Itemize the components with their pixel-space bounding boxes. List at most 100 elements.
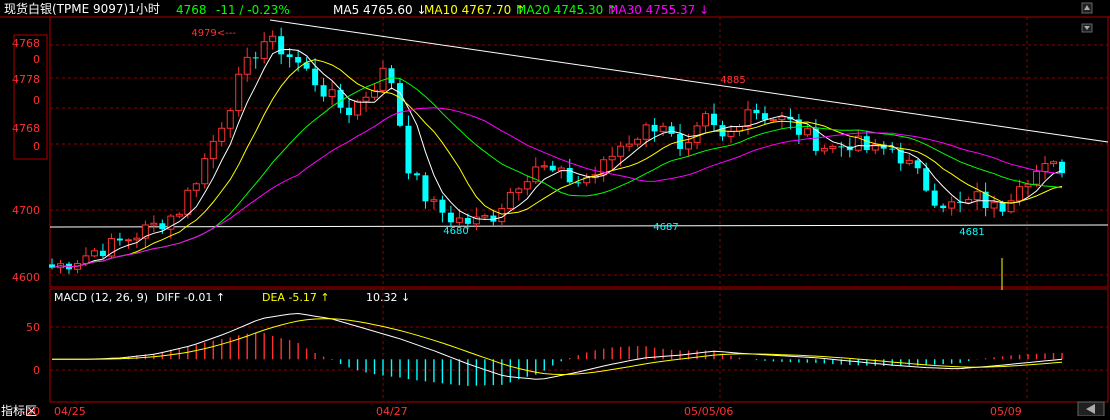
candle-down bbox=[999, 202, 1006, 212]
ma30-line bbox=[51, 107, 1063, 269]
candle-up bbox=[269, 35, 277, 43]
candle-up bbox=[362, 96, 370, 102]
candle-down bbox=[753, 109, 760, 114]
date-label-4: 05/09 bbox=[990, 405, 1022, 416]
candle-down bbox=[159, 223, 166, 230]
candle-down bbox=[761, 113, 768, 120]
candle-up bbox=[990, 201, 998, 209]
price-axis-label-4: 0 bbox=[33, 94, 40, 107]
candle-up bbox=[515, 188, 523, 193]
price-change: -11 / -0.23% bbox=[216, 3, 290, 17]
chart-stage: 4979<--- 4885 4680 4687 4681 4768 0 4778 0 4… bbox=[0, 0, 1110, 418]
candle-down bbox=[940, 205, 947, 209]
candle-up bbox=[1050, 161, 1058, 165]
price-axis-label-3: 4778 bbox=[12, 73, 40, 86]
candle-up bbox=[557, 167, 565, 171]
grid bbox=[50, 17, 1108, 402]
last-price: 4768 bbox=[176, 3, 207, 17]
axis-label-box bbox=[13, 34, 48, 160]
candle-up bbox=[328, 89, 336, 98]
macd-diff: DIFF -0.01 ↑ bbox=[156, 291, 225, 304]
candle-up bbox=[184, 189, 192, 215]
candle-down bbox=[278, 36, 285, 55]
candle-down bbox=[668, 126, 675, 134]
trendline-upper bbox=[269, 19, 1109, 143]
price-panel-frame bbox=[49, 16, 1109, 288]
candlestick-chart: 4979<--- 4885 4680 4687 4681 4768 0 4778 0 4… bbox=[0, 1, 1110, 418]
candle-down bbox=[99, 250, 106, 257]
macd-header: MACD (12, 26, 9) DIFF -0.01 ↑ DEA -5.17 … bbox=[54, 291, 410, 304]
date-axis: 04/25 04/27 05/05/06 05/09 bbox=[54, 405, 1022, 418]
indicator-tab[interactable]: 指标区 bbox=[1, 403, 37, 418]
date-label-2: 04/27 bbox=[376, 405, 408, 416]
header-bar: 现货白银(TPME 9097)1小时 4768 -11 / -0.23% MA5… bbox=[4, 1, 709, 17]
candle-up bbox=[1016, 186, 1024, 202]
candle-down bbox=[388, 68, 395, 84]
candle-down bbox=[711, 113, 718, 126]
price-axis-label-7: 4700 bbox=[12, 204, 40, 217]
candle-up bbox=[235, 73, 243, 112]
annotation-label: 4979<--- bbox=[191, 28, 236, 39]
ma20-label: MA20 4745.30 ↑ bbox=[516, 3, 617, 17]
macd-diff-line bbox=[52, 312, 1063, 380]
candle-down bbox=[286, 54, 293, 58]
candle-up bbox=[803, 128, 811, 136]
candle-up bbox=[905, 159, 913, 164]
candle-up bbox=[506, 191, 514, 210]
candle-up bbox=[481, 215, 489, 218]
candle-up bbox=[973, 191, 981, 201]
candle-up bbox=[829, 145, 837, 149]
trendline-support bbox=[49, 224, 1109, 228]
candle-down bbox=[566, 168, 573, 183]
candle-down bbox=[575, 182, 582, 184]
price-axis-label-1: 4768 bbox=[12, 37, 40, 50]
candle-up bbox=[769, 119, 777, 122]
candle-down bbox=[931, 190, 938, 206]
candle-down bbox=[346, 107, 353, 116]
annotation-label: 4687 bbox=[653, 222, 678, 233]
price-axis-label-6: 0 bbox=[33, 140, 40, 153]
candle-up bbox=[209, 140, 217, 160]
candle-down bbox=[914, 160, 921, 169]
candle-down bbox=[464, 218, 471, 224]
candle-up bbox=[243, 56, 251, 75]
candle-down bbox=[413, 173, 420, 176]
ma5-label: MA5 4765.60 ↓ bbox=[333, 3, 427, 17]
candle-down bbox=[396, 83, 403, 126]
macd-axis: 50 0 -50 bbox=[22, 321, 40, 418]
ma10-label: MA10 4767.70 ↑ bbox=[424, 3, 525, 17]
ma30-label: MA30 4755.37 ↓ bbox=[608, 3, 709, 17]
candle-up bbox=[608, 155, 616, 161]
candle-down bbox=[295, 57, 302, 63]
candle-down bbox=[651, 124, 658, 132]
date-label-1: 04/25 bbox=[54, 405, 86, 416]
macd-value: 10.32 ↓ bbox=[366, 291, 410, 304]
annotation-label: 4680 bbox=[443, 226, 468, 237]
candle-up bbox=[82, 255, 90, 265]
candle-up bbox=[625, 143, 633, 147]
candle-down bbox=[838, 146, 845, 148]
macd-dea: DEA -5.17 ↑ bbox=[262, 291, 330, 304]
candle-down bbox=[863, 136, 870, 151]
instrument-title: 现货白银(TPME 9097)1小时 bbox=[4, 1, 160, 16]
macd-lines-group bbox=[52, 312, 1063, 380]
macd-axis-label-0: 0 bbox=[33, 364, 40, 377]
candle-down bbox=[549, 165, 556, 171]
candle-up bbox=[150, 222, 158, 226]
candle-down bbox=[252, 57, 259, 59]
candle-up bbox=[702, 113, 710, 127]
candle-up bbox=[523, 181, 531, 190]
candle-up bbox=[634, 138, 642, 145]
candle-down bbox=[320, 85, 327, 97]
candle-up bbox=[90, 250, 98, 257]
candle-down bbox=[923, 168, 930, 191]
annotation-label: 4885 bbox=[720, 75, 745, 86]
candle-up bbox=[201, 158, 209, 185]
candle-up bbox=[218, 127, 226, 142]
price-axis: 4768 0 4778 0 4768 0 4700 4600 bbox=[12, 37, 40, 284]
macd-panel-frame bbox=[49, 288, 1109, 403]
candle-up bbox=[430, 199, 438, 202]
candle-up bbox=[685, 141, 693, 150]
candle-down bbox=[405, 125, 412, 174]
candle-up bbox=[1033, 170, 1041, 185]
